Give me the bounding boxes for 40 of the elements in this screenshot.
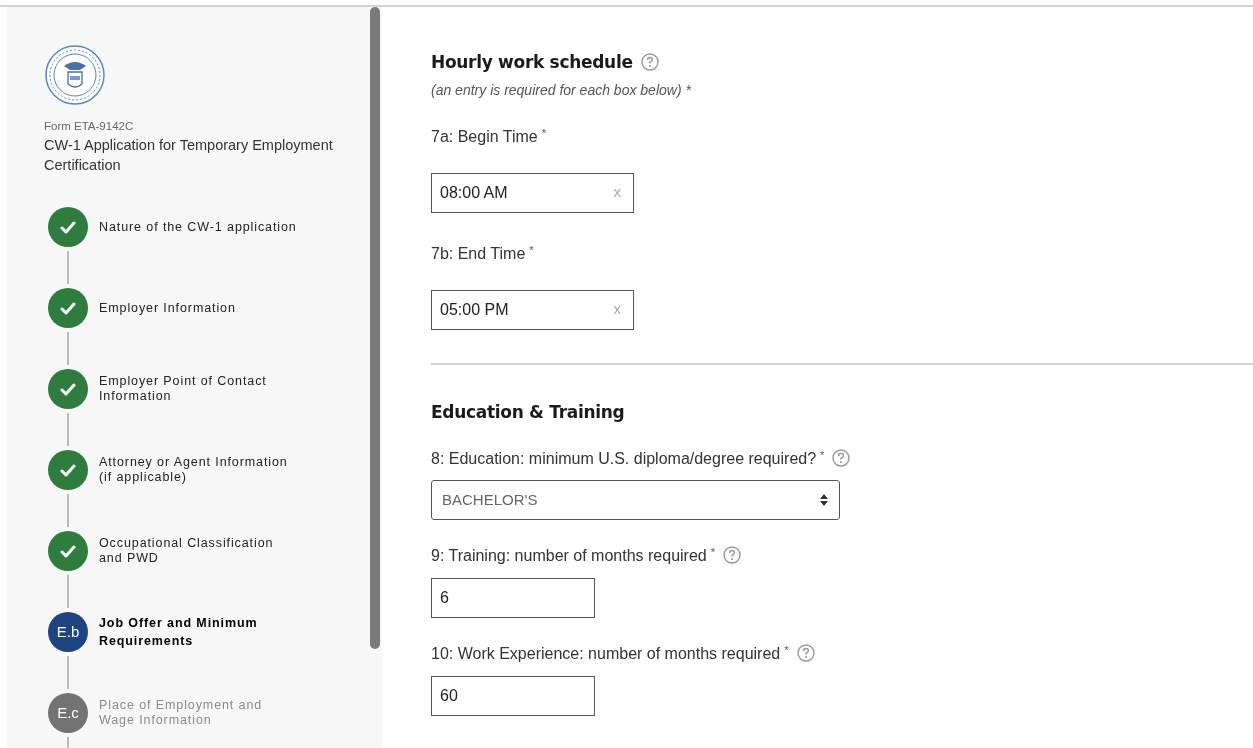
- section-heading: Education & Training: [431, 401, 625, 422]
- step-link[interactable]: Job Offer and Minimum Requirements: [99, 614, 299, 651]
- number-field[interactable]: 6: [431, 578, 595, 618]
- field-label: 8: Education: minimum U.S. diploma/degree required?: [431, 450, 817, 467]
- time-field[interactable]: 08:00 AM x: [431, 172, 634, 213]
- field-label: 10: Work Experience: number of months required: [431, 645, 781, 662]
- time-field[interactable]: 05:00 PM x: [431, 289, 634, 330]
- form-number: Form ETA-9142C: [44, 119, 135, 134]
- step-link[interactable]: Occupational Classification and PWD: [99, 536, 299, 567]
- required-marker: *: [784, 644, 789, 656]
- help-icon[interactable]: [832, 449, 851, 467]
- required-marker: *: [710, 546, 715, 558]
- check-icon: [60, 463, 76, 477]
- form-title: CW-1 Application for Temporary Employment Certification: [44, 136, 334, 176]
- sort-arrows-icon: [819, 493, 829, 507]
- step-number-badge: E.c: [48, 693, 88, 734]
- step-link[interactable]: Attorney or Agent Information (if applicable): [99, 455, 299, 486]
- check-icon: [60, 220, 76, 234]
- help-icon[interactable]: [796, 644, 815, 662]
- field-label: 9: Training: number of months required: [431, 547, 707, 564]
- step-number-badge: E.b: [48, 612, 88, 653]
- section-heading: Hourly work schedule: [431, 52, 633, 72]
- help-icon[interactable]: [723, 546, 741, 564]
- required-marker: *: [820, 449, 825, 461]
- scrollbar[interactable]: [370, 7, 380, 649]
- number-field[interactable]: 60: [431, 676, 595, 716]
- field-label: 7b: End Time: [431, 244, 526, 262]
- required-marker: *: [541, 126, 546, 139]
- step-link[interactable]: Employer Information: [99, 300, 236, 316]
- help-icon[interactable]: [640, 53, 659, 71]
- field-label: 7a: Begin Time: [431, 127, 538, 145]
- check-icon: [60, 301, 76, 315]
- dropdown-field[interactable]: BACHELOR'S: [431, 480, 840, 520]
- seal-logo: [44, 44, 106, 106]
- required-marker: *: [529, 243, 534, 256]
- check-icon: [60, 382, 76, 396]
- step-link[interactable]: Nature of the CW-1 application: [99, 219, 297, 235]
- instruction-note: (an entry is required for each box below) *: [431, 81, 691, 98]
- check-icon: [60, 544, 76, 558]
- step-link[interactable]: Employer Point of Contact Information: [99, 374, 299, 405]
